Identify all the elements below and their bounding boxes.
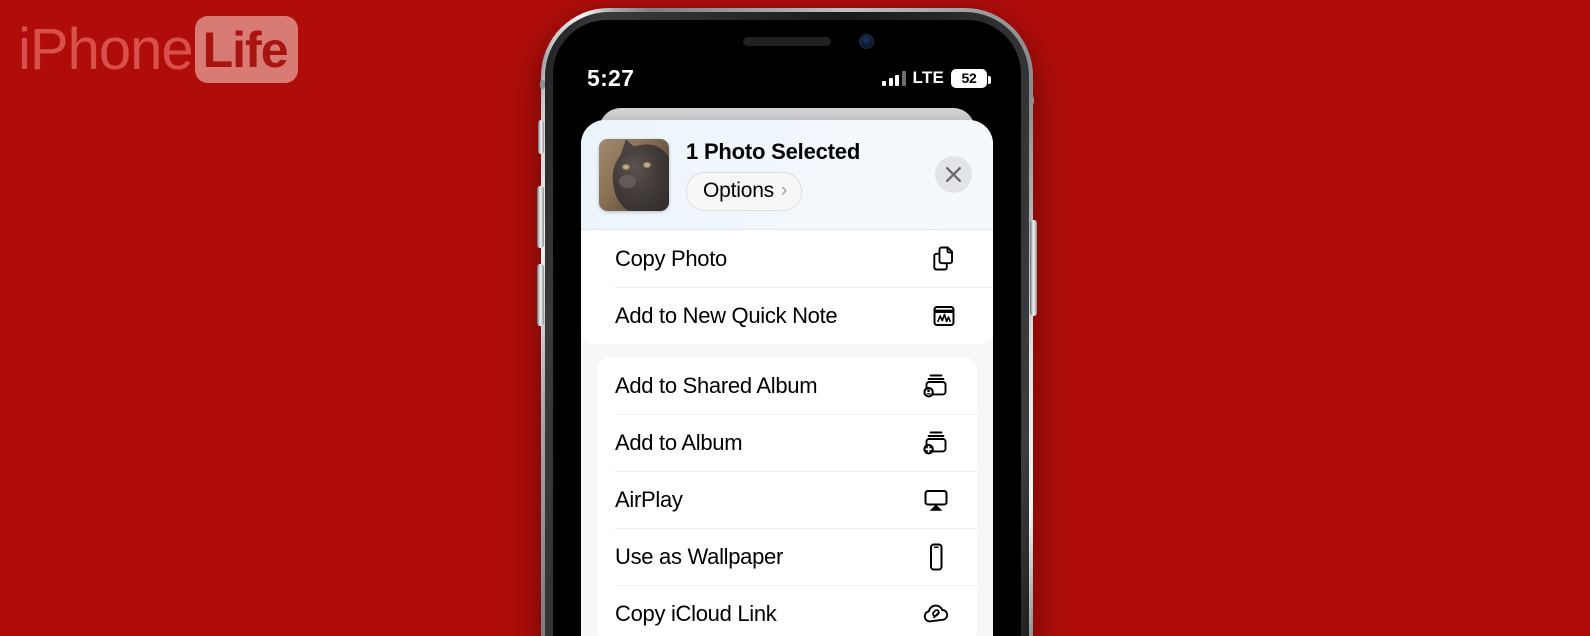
action-label: Add to Shared Album [615,372,818,398]
close-button[interactable] [935,156,972,193]
share-sheet: 1 Photo Selected Options › Copy Photo Ad… [581,120,993,636]
options-button[interactable]: Options › [686,171,803,211]
iphone-device: 5:27 LTE 52 1 Photo Selected Options › C… [537,8,1037,636]
front-camera-icon [859,34,874,49]
cellular-signal-icon [882,70,906,86]
add-album-icon [919,426,953,460]
mute-switch[interactable] [538,120,544,154]
action-row-add-to-new-quick-note[interactable]: Add to New Quick Note [581,287,993,344]
airplay-icon [919,483,953,517]
share-sheet-header: 1 Photo Selected Options › [581,120,993,230]
photo-thumbnail[interactable] [599,138,669,211]
action-row-add-to-shared-album[interactable]: Add to Shared Album [597,357,977,414]
shared-album-icon [919,369,953,403]
icloud-link-icon [919,597,953,631]
status-bar: 5:27 LTE 52 [553,62,1021,94]
quick-note-icon [927,299,961,333]
action-label: AirPlay [615,486,683,512]
status-bar-indicators: LTE 52 [882,68,991,88]
brand-logo: iPhone Life [18,16,298,83]
action-label: Copy iCloud Link [615,600,777,626]
volume-up-button[interactable] [537,186,544,248]
power-button[interactable] [1030,220,1037,316]
action-label: Add to New Quick Note [615,302,838,328]
status-bar-time: 5:27 [587,64,635,91]
battery-level-label: 52 [961,70,977,86]
antenna-band-right [1029,96,1034,105]
action-row-use-as-wallpaper[interactable]: Use as Wallpaper [597,528,977,585]
brand-logo-life: Life [202,22,289,78]
action-label: Use as Wallpaper [615,543,784,569]
action-group: Copy Photo Add to New Quick Note [581,230,993,344]
phone-screen: 5:27 LTE 52 1 Photo Selected Options › C… [553,20,1021,636]
share-sheet-action-list: Copy Photo Add to New Quick Note Add to … [581,230,993,636]
share-sheet-header-text: 1 Photo Selected Options › [669,139,935,211]
antenna-band-left [540,80,545,89]
brand-logo-iphone: iPhone [18,16,194,82]
action-row-airplay[interactable]: AirPlay [597,471,977,528]
volume-down-button[interactable] [537,264,544,326]
close-icon [946,167,961,182]
action-label: Copy Photo [615,245,727,271]
action-row-copy-photo[interactable]: Copy Photo [581,230,993,287]
action-group: Add to Shared Album Add to Album AirPlay… [597,357,977,636]
status-bar-network: LTE [912,68,944,87]
options-button-label: Options [703,178,774,202]
battery-icon: 52 [951,68,991,88]
action-label: Add to Album [615,429,743,455]
copy-documents-icon [927,242,961,276]
share-sheet-title: 1 Photo Selected [686,138,861,164]
chevron-right-icon: › [780,180,788,201]
iphone-wallpaper-icon [919,540,953,574]
speaker-grille-icon [743,37,831,46]
action-row-add-to-album[interactable]: Add to Album [597,414,977,471]
brand-logo-life-box: Life [194,16,298,83]
action-row-copy-icloud-link[interactable]: Copy iCloud Link [597,585,977,636]
